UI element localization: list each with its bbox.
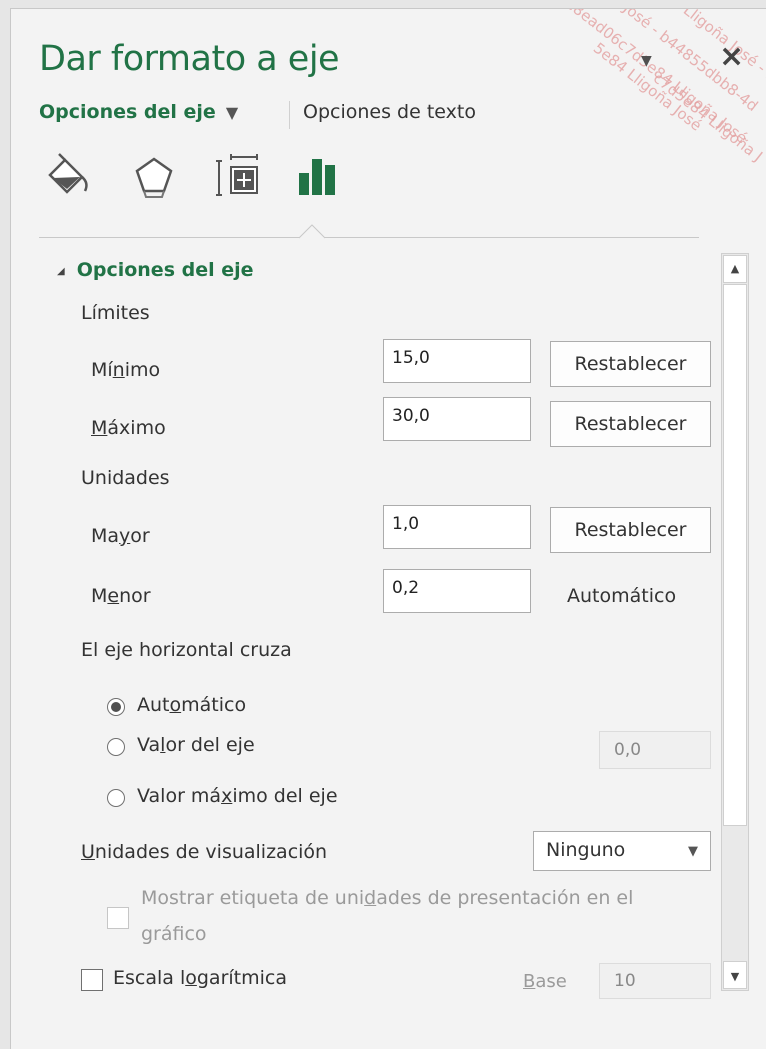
axis-crosses-header: El eje horizontal cruza (81, 639, 292, 661)
collapse-triangle-icon: ◢ (57, 266, 65, 277)
maximum-label: Máximo (91, 417, 166, 439)
effects-icon[interactable] (131, 153, 177, 199)
log-scale-checkbox[interactable] (81, 969, 103, 991)
scroll-down-arrow-icon[interactable]: ▼ (723, 961, 747, 989)
log-scale-label: Escala logarítmica (113, 967, 287, 989)
radio-automatic-label: Automático (137, 694, 247, 716)
maximum-input[interactable]: 30,0 (383, 397, 531, 441)
chevron-down-icon: ▼ (688, 844, 698, 859)
scroll-thumb[interactable] (723, 284, 747, 826)
display-units-value: Ninguno (546, 839, 626, 861)
minimum-label: Mínimo (91, 359, 161, 381)
pane-title: Dar formato a eje (39, 39, 340, 79)
icon-divider (39, 237, 699, 238)
section-title: Opciones del eje (76, 259, 254, 281)
tab-axis-options-label: Opciones del eje (39, 101, 216, 123)
fill-line-icon[interactable] (45, 153, 91, 199)
size-properties-icon[interactable] (215, 153, 261, 199)
limits-header: Límites (81, 302, 150, 324)
selected-category-notch (299, 224, 325, 239)
units-header: Unidades (81, 467, 170, 489)
chevron-down-icon[interactable]: ▼ (226, 103, 238, 122)
axis-options-icon[interactable] (295, 153, 341, 199)
tab-text-options[interactable]: Opciones de texto (303, 101, 476, 123)
minor-auto-status: Automático (567, 585, 677, 607)
display-units-label: Unidades de visualización (81, 841, 328, 863)
scroll-up-arrow-icon[interactable]: ▲ (723, 255, 747, 283)
base-input[interactable]: 10 (599, 963, 711, 999)
display-units-select[interactable]: Ninguno ▼ (533, 831, 711, 871)
format-axis-pane: -e8ead06c7d5e84 Lligoña José José - b448… (10, 8, 766, 1049)
maximum-reset-button[interactable]: Restablecer (550, 401, 711, 447)
show-units-label-checkbox[interactable] (107, 907, 129, 929)
axis-value-input[interactable]: 0,0 (599, 731, 711, 769)
task-pane-options-icon[interactable]: ▼ (641, 53, 652, 69)
minor-input[interactable]: 0,2 (383, 569, 531, 613)
radio-axis-value-label: Valor del eje (137, 734, 255, 756)
major-label: Mayor (91, 525, 150, 547)
section-axis-options[interactable]: ◢ Opciones del eje (57, 259, 254, 281)
show-units-label-text-line1: Mostrar etiqueta de unidades de presenta… (141, 887, 634, 909)
vertical-scrollbar[interactable]: ▲ ▼ (721, 253, 749, 991)
minor-label: Menor (91, 585, 151, 607)
major-input[interactable]: 1,0 (383, 505, 531, 549)
close-button[interactable]: × (719, 39, 744, 74)
tab-axis-options[interactable]: Opciones del eje ▼ (39, 101, 238, 123)
major-reset-button[interactable]: Restablecer (550, 507, 711, 553)
tab-separator (289, 101, 290, 129)
radio-max-axis-value[interactable] (107, 789, 125, 807)
base-label: Base (523, 971, 567, 992)
radio-axis-value[interactable] (107, 738, 125, 756)
minimum-reset-button[interactable]: Restablecer (550, 341, 711, 387)
show-units-label-text-line2: gráfico (141, 923, 207, 945)
minimum-input[interactable]: 15,0 (383, 339, 531, 383)
radio-max-axis-value-label: Valor máximo del eje (137, 785, 338, 807)
radio-automatic[interactable] (107, 698, 125, 716)
